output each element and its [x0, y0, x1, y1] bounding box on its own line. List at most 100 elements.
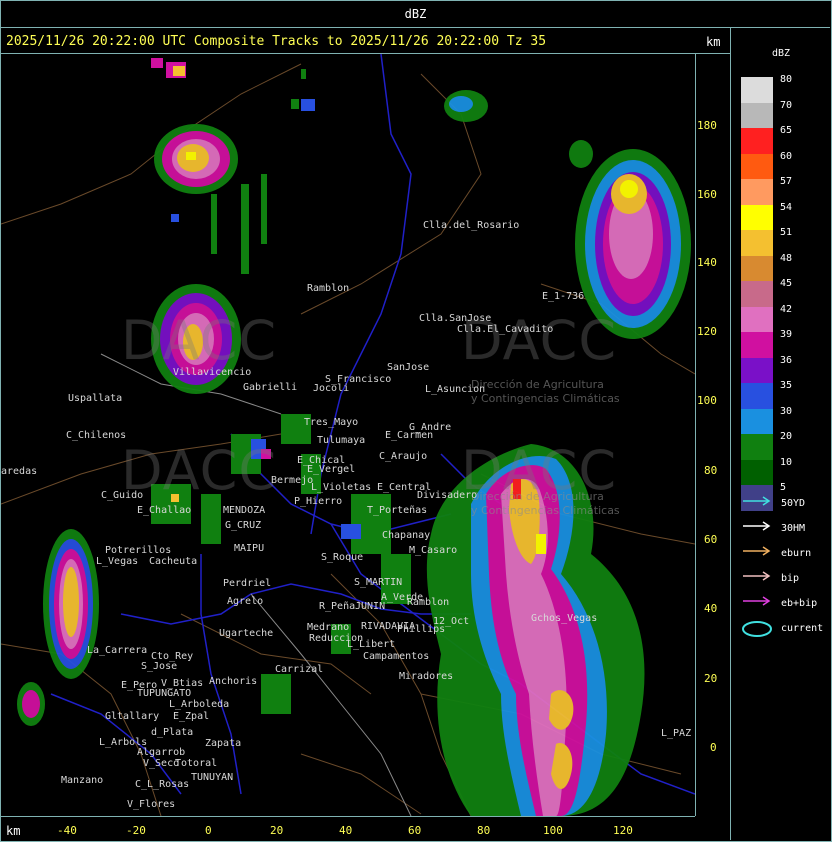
arrow-icon — [743, 496, 771, 506]
town-label: E_Challao — [137, 505, 192, 516]
town-label: Carrizal — [275, 664, 324, 675]
legend-color-36 — [741, 357, 773, 383]
town-label: Gabrielli — [243, 382, 298, 393]
x-tick-label: 20 — [270, 824, 284, 837]
legend-level-label: 30 — [780, 405, 793, 417]
town-label: Miradores — [399, 671, 454, 682]
legend-level-label: 80 — [780, 74, 793, 85]
y-tick-label: 40 — [704, 602, 718, 615]
track-legend-label: eb+bip — [781, 598, 818, 609]
legend-level-label: 70 — [780, 99, 793, 111]
town-label: Anchoris — [209, 676, 258, 687]
town-label: TUPUNGATO — [137, 688, 192, 699]
town-label: Clla.SanJose — [419, 313, 492, 324]
track-legend-label: bip — [781, 573, 800, 584]
town-label: Ramblon — [407, 597, 450, 608]
legend-color-48 — [741, 255, 773, 281]
town-label: V_Seco — [143, 758, 180, 769]
legend-color-51 — [741, 230, 773, 256]
town-label: P_Hierro — [294, 496, 343, 507]
legend-level-label: 65 — [780, 125, 793, 136]
x-tick-label: 120 — [613, 824, 633, 837]
legend-level-label: 35 — [780, 380, 793, 391]
map-bottom-border — [1, 816, 695, 817]
storm-cell-sw-small — [17, 682, 45, 726]
legend-color-10 — [741, 459, 773, 485]
town-label: Zapata — [205, 738, 242, 749]
legend-title: dBZ — [772, 48, 791, 59]
town-label: Algarrob — [137, 747, 186, 758]
town-label: d_Plata — [151, 727, 194, 738]
legend-level-label: 39 — [780, 329, 793, 340]
town-label: Jocoli — [313, 383, 350, 394]
town-label: MENDOZA — [223, 505, 266, 516]
y-tick-label: 180 — [697, 119, 717, 132]
town-label: S_Jose — [141, 661, 178, 672]
town-label: Clla.del_Rosario — [423, 220, 520, 231]
x-tick-label: 80 — [477, 824, 491, 837]
town-label: L_PAZ — [661, 728, 692, 739]
town-label: V_Flores — [127, 799, 176, 810]
town-label: G_CRUZ — [225, 520, 262, 531]
track-legend-label: eburn — [781, 548, 812, 559]
panel-separator — [730, 28, 731, 840]
dbz-color-scale — [741, 77, 773, 511]
legend-color-65 — [741, 128, 773, 154]
town-label: Gchos_Vegas — [531, 613, 598, 624]
town-label: TUNUYAN — [191, 772, 234, 783]
map-right-border — [695, 54, 696, 816]
legend-color-60 — [741, 153, 773, 179]
y-tick-label: 60 — [704, 533, 718, 546]
legend-level-label: 57 — [780, 176, 793, 187]
x-tick-label: -20 — [126, 824, 146, 837]
town-label: L_Asuncion — [425, 384, 486, 395]
radar-map[interactable]: DACC DACC DACC DACC Dirección de Agricul… — [1, 54, 695, 816]
town-label: Villavicencio — [173, 367, 252, 378]
town-label: Tres_Mayo — [304, 417, 359, 428]
town-label: M_Casaro — [409, 545, 458, 556]
arrow-icon — [743, 596, 771, 606]
town-label: Manzano — [61, 775, 104, 786]
x-tick-label: -40 — [57, 824, 77, 837]
storm-cell-sw — [43, 529, 99, 679]
arrow-icon — [743, 521, 771, 531]
town-label: C_Araujo — [379, 451, 428, 462]
town-label: Chapanay — [382, 530, 431, 541]
town-label: Medrano — [307, 622, 350, 633]
scattered-echoes-magenta — [151, 58, 271, 459]
km-unit-bottom: km — [6, 824, 21, 838]
arrow-icon — [743, 546, 771, 556]
town-label: C_Chilenos — [66, 430, 127, 441]
dacc-watermark-3: DACC — [121, 439, 278, 502]
dacc-subtitle-4: y Contingencias Climáticas — [471, 504, 620, 517]
legend-color-20 — [741, 434, 773, 460]
composite-tracks-header: 2025/11/26 20:22:00 UTC Composite Tracks… — [6, 34, 547, 49]
track-legend-label: 50YD — [781, 498, 806, 509]
town-label: L_Violetas — [311, 482, 372, 493]
town-label: La_Carrera — [87, 645, 148, 656]
town-label: Ugarteche — [219, 628, 274, 639]
legend-level-label: 42 — [780, 303, 793, 315]
legend-color-42 — [741, 306, 773, 332]
town-label: Gltallary — [105, 711, 160, 722]
dacc-subtitle-1: Dirección de Agricultura — [471, 378, 604, 391]
town-label: L_Libert — [347, 639, 396, 650]
town-label: L_Vegas — [96, 556, 139, 567]
town-label: Potrerillos — [105, 545, 172, 556]
legend-level-label: 5 — [780, 482, 787, 493]
town-label: C_L_Rosas — [135, 779, 190, 790]
town-label: MAIPU — [234, 543, 265, 554]
town-label: SanJose — [387, 362, 430, 373]
town-label: Totoral — [175, 758, 218, 769]
arrow-icon — [743, 571, 771, 581]
town-label: Cacheuta — [149, 556, 198, 567]
town-label: E_Vergel — [307, 464, 356, 475]
x-tick-label: 0 — [205, 824, 212, 837]
town-label: Uspallata — [68, 393, 123, 404]
town-label: E_1-736 — [542, 291, 585, 302]
title-bar[interactable]: dBZ — [1, 1, 830, 28]
window-title: dBZ — [404, 7, 427, 21]
current-ellipse-icon — [742, 621, 772, 637]
legend-color-70 — [741, 102, 773, 128]
legend-level-label: 60 — [780, 150, 793, 162]
